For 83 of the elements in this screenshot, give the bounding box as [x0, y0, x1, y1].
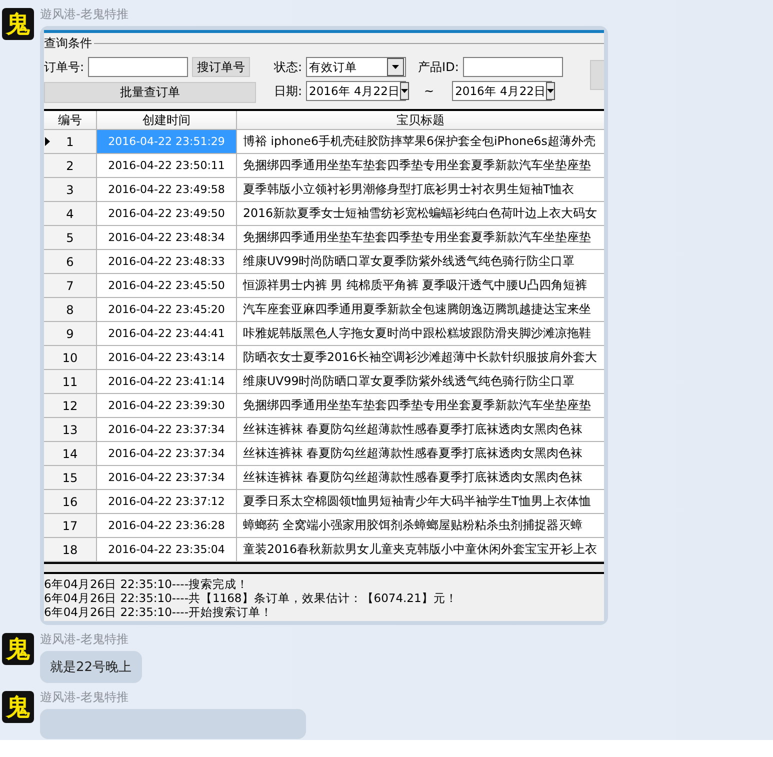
message-bubble: 就是22号晚上 — [40, 651, 142, 683]
log-line: 6年04月26日 22:35:10----搜索完成！ — [44, 577, 250, 591]
table-cell[interactable]: 2016-04-22 23:45:50 — [96, 274, 236, 297]
status-dropdown[interactable]: 有效订单 — [306, 57, 406, 77]
date-label: 日期: — [274, 82, 302, 100]
status-label: 状态: — [274, 58, 302, 76]
row-number: 9 — [44, 322, 96, 345]
sender-name: 遊风港-老鬼特推 — [40, 689, 128, 705]
avatar-logo: 鬼 — [2, 691, 34, 723]
table-cell: 维康UV99时尚防晒口罩女夏季防紫外线透气纯色骑行防尘口罩 — [236, 250, 604, 273]
row-number: 18 — [44, 538, 96, 561]
row-number: 12 — [44, 394, 96, 417]
table-cell[interactable]: 2016-04-22 23:37:12 — [96, 490, 236, 513]
row-number: 17 — [44, 514, 96, 537]
table-cell[interactable]: 2016-04-22 23:49:58 — [96, 178, 236, 201]
table-cell[interactable]: 2016-04-22 23:36:28 — [96, 514, 236, 537]
dropdown-arrow-icon — [546, 89, 554, 93]
table-cell[interactable]: 2016-04-22 23:37:34 — [96, 418, 236, 441]
dropdown-arrow-icon — [392, 65, 400, 69]
column-header: 宝贝标题 — [236, 111, 604, 129]
row-number: 7 — [44, 274, 96, 297]
table-cell: 咔雅妮韩版黑色人字拖女夏时尚中跟松糕坡跟防滑夹脚沙滩凉拖鞋 — [236, 322, 604, 345]
table-cell[interactable]: 2016-04-22 23:41:14 — [96, 370, 236, 393]
row-number: 4 — [44, 202, 96, 225]
table-cell[interactable]: 2016-04-22 23:48:33 — [96, 250, 236, 273]
table-cell: 维康UV99时尚防晒口罩女夏季防紫外线透气纯色骑行防尘口罩 — [236, 370, 604, 393]
table-cell: 免捆绑四季通用坐垫车垫套四季垫专用坐套夏季新款汽车坐垫座垫 — [236, 394, 604, 417]
log-line: 6年04月26日 22:35:10----共【1168】条订单，效果估计：【6074.21】元！ — [44, 591, 458, 605]
table-cell: 夏季韩版小立领衬衫男潮修身型打底衫男士衬衣男生短袖T恤衣 — [236, 178, 604, 201]
product-id-field[interactable] — [462, 57, 563, 77]
table-cell: 恒源祥男士内裤 男 纯棉质平角裤 夏季吸汗透气中腰U凸四角短裤 — [236, 274, 604, 297]
row-number: 5 — [44, 226, 96, 249]
dropdown-arrow-icon — [400, 89, 408, 93]
date-separator: ~ — [424, 84, 434, 98]
row-number: 15 — [44, 466, 96, 489]
table-cell: 夏季日系太空棉圆领t恤男短袖青少年大码半袖学生T恤男上衣体恤 — [236, 490, 604, 513]
row-number: 14 — [44, 442, 96, 465]
sender-name: 遊风港-老鬼特推 — [40, 6, 128, 22]
table-cell[interactable]: 2016-04-22 23:37:34 — [96, 466, 236, 489]
column-header: 编号 — [44, 111, 96, 129]
row-number: 8 — [44, 298, 96, 321]
table-cell: 蟑螂药 全窝端小强家用胶饵剂杀蟑螂屋贴粉粘杀虫剂捕捉器灭蟑 — [236, 514, 604, 537]
order-number-label: 订单号: — [44, 58, 84, 76]
table-cell: 童装2016春秋新款男女儿童夹克韩版小中童休闲外套宝宝开衫上衣 — [236, 538, 604, 561]
table-cell[interactable]: 2016-04-22 23:48:34 — [96, 226, 236, 249]
table-cell: 丝袜连裤袜 春夏防勾丝超薄款性感春夏季打底袜透肉女黑肉色袜 — [236, 442, 604, 465]
row-number: 6 — [44, 250, 96, 273]
date-from-picker[interactable]: 2016年 4月22日 — [306, 81, 406, 101]
table-cell: 丝袜连裤袜 春夏防勾丝超薄款性感春夏季打底袜透肉女黑肉色袜 — [236, 466, 604, 489]
table-cell[interactable]: 2016-04-22 23:37:34 — [96, 442, 236, 465]
table-cell: 博裕 iphone6手机壳硅胶防摔苹果6保护套全包iPhone6s超薄外壳 — [236, 130, 604, 153]
table-cell: 丝袜连裤袜 春夏防勾丝超薄款性感春夏季打底袜透肉女黑肉色袜 — [236, 418, 604, 441]
table-cell: 防晒衣女士夏季2016长袖空调衫沙滩超薄中长款针织服披肩外套大 — [236, 346, 604, 369]
table-cell: 2016新款夏季女士短袖雪纺衫宽松蝙蝠衫纯白色荷叶边上衣大码女 — [236, 202, 604, 225]
table-cell[interactable]: 2016-04-22 23:35:04 — [96, 538, 236, 561]
order-number-field[interactable] — [88, 57, 188, 77]
avatar-logo: 鬼 — [2, 8, 34, 40]
table-cell[interactable]: 2016-04-22 23:39:30 — [96, 394, 236, 417]
table-cell[interactable]: 2016-04-22 23:49:50 — [96, 202, 236, 225]
table-cell[interactable]: 2016-04-22 23:45:20 — [96, 298, 236, 321]
table-cell: 免捆绑四季通用坐垫车垫套四季垫专用坐套夏季新款汽车坐垫座垫 — [236, 154, 604, 177]
table-cell[interactable]: 2016-04-22 23:44:41 — [96, 322, 236, 345]
table-cell: 汽车座套亚麻四季通用夏季新款全包速腾朗逸迈腾凯越捷达宝来坐 — [236, 298, 604, 321]
row-number: 13 — [44, 418, 96, 441]
row-number: 11 — [44, 370, 96, 393]
log-line: 6年04月26日 22:35:10----开始搜索订单！ — [44, 605, 274, 619]
table-cell[interactable]: 2016-04-22 23:50:11 — [96, 154, 236, 177]
row-number: 1 — [44, 130, 96, 153]
product-id-label: 产品ID: — [418, 58, 459, 76]
row-number: 16 — [44, 490, 96, 513]
table-cell: 免捆绑四季通用坐垫车垫套四季垫专用坐套夏季新款汽车坐垫座垫 — [236, 226, 604, 249]
row-number: 3 — [44, 178, 96, 201]
search-order-button[interactable]: 搜订单号 — [192, 57, 250, 77]
column-header: 创建时间 — [96, 111, 236, 129]
date-to-picker[interactable]: 2016年 4月22日 — [452, 81, 552, 101]
batch-query-button[interactable]: 批量查订单 — [44, 82, 256, 103]
row-number: 10 — [44, 346, 96, 369]
sender-name: 遊风港-老鬼特推 — [40, 631, 128, 647]
horizontal-scrollbar[interactable] — [44, 562, 604, 574]
table-cell[interactable]: 2016-04-22 23:43:14 — [96, 346, 236, 369]
avatar-logo: 鬼 — [2, 633, 34, 665]
group-title: 查询条件 — [44, 36, 94, 51]
row-number: 2 — [44, 154, 96, 177]
